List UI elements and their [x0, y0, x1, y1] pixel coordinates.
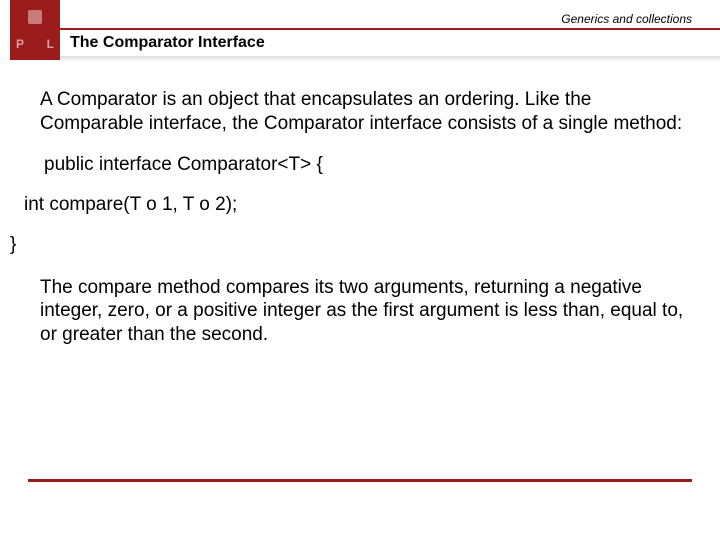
explanation-paragraph: The compare method compares its two argu… [40, 276, 704, 347]
shield-icon [28, 10, 42, 24]
slide-category: Generics and collections [561, 12, 692, 26]
logo-letter-right: L [47, 38, 54, 50]
code-line-1: public interface Comparator<T> { [44, 154, 700, 176]
slide-title: The Comparator Interface [70, 34, 265, 52]
slide-content: A Comparator is an object that encapsula… [0, 88, 720, 347]
header-shadow [60, 56, 720, 62]
logo-letter-left: P [16, 38, 24, 50]
logo-icon: P L [10, 0, 60, 60]
slide-header: P L Generics and collections The Compara… [0, 0, 720, 60]
header-rule [60, 28, 720, 30]
intro-paragraph: A Comparator is an object that encapsula… [40, 88, 700, 136]
code-line-2: int compare(T o 1, T o 2); [24, 194, 700, 216]
footer-rule [28, 479, 692, 482]
code-line-3: } [10, 234, 700, 256]
